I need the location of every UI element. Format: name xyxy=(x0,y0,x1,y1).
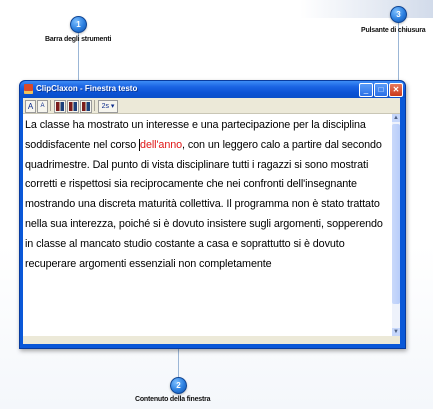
dictionary-button-2[interactable] xyxy=(67,100,79,113)
font-larger-button[interactable]: A xyxy=(25,100,36,113)
book-icon xyxy=(56,102,64,111)
book-icon xyxy=(69,102,77,111)
text-after-highlight: , con un leggero calo a partire dal seco… xyxy=(25,138,383,270)
callout-1-marker: 1 xyxy=(70,16,87,33)
toolbar-separator xyxy=(50,100,51,111)
clipclaxon-window: ClipClaxon - Finestra testo _ □ ✕ A A 2s… xyxy=(19,80,406,349)
close-button[interactable]: ✕ xyxy=(389,83,403,97)
maximize-button[interactable]: □ xyxy=(374,83,388,97)
background-glow xyxy=(300,0,433,18)
title-bar[interactable]: ClipClaxon - Finestra testo _ □ ✕ xyxy=(20,81,405,98)
speed-dropdown[interactable]: 2s ▾ xyxy=(98,100,118,113)
callout-2-marker: 2 xyxy=(170,377,187,394)
callout-2-label: Contenuto della finestra xyxy=(135,396,211,403)
app-icon xyxy=(24,84,33,94)
minimize-button[interactable]: _ xyxy=(359,83,373,97)
callout-1-label: Barra degli strumenti xyxy=(45,36,112,43)
text-body: La classe ha mostrato un interesse e una… xyxy=(25,116,392,274)
window-title: ClipClaxon - Finestra testo xyxy=(36,84,138,93)
dictionary-button-3[interactable] xyxy=(80,100,92,113)
callout-3-marker: 3 xyxy=(390,6,407,23)
book-icon xyxy=(82,102,90,111)
toolbar-separator xyxy=(94,100,95,111)
scrollbar-thumb[interactable] xyxy=(392,124,400,304)
toolbar: A A 2s ▾ xyxy=(23,98,400,114)
scroll-up-arrow-icon[interactable]: ▲ xyxy=(392,114,400,122)
status-bar xyxy=(23,336,400,344)
callout-3-label: Pulsante di chiusura xyxy=(361,27,426,34)
highlighted-word: dell'anno xyxy=(140,138,183,151)
dictionary-button-1[interactable] xyxy=(54,100,66,113)
font-smaller-button[interactable]: A xyxy=(37,100,48,113)
text-content-area[interactable]: La classe ha mostrato un interesse e una… xyxy=(23,114,392,336)
vertical-scrollbar[interactable]: ▲ ▼ xyxy=(392,114,400,336)
scroll-down-arrow-icon[interactable]: ▼ xyxy=(392,328,400,336)
